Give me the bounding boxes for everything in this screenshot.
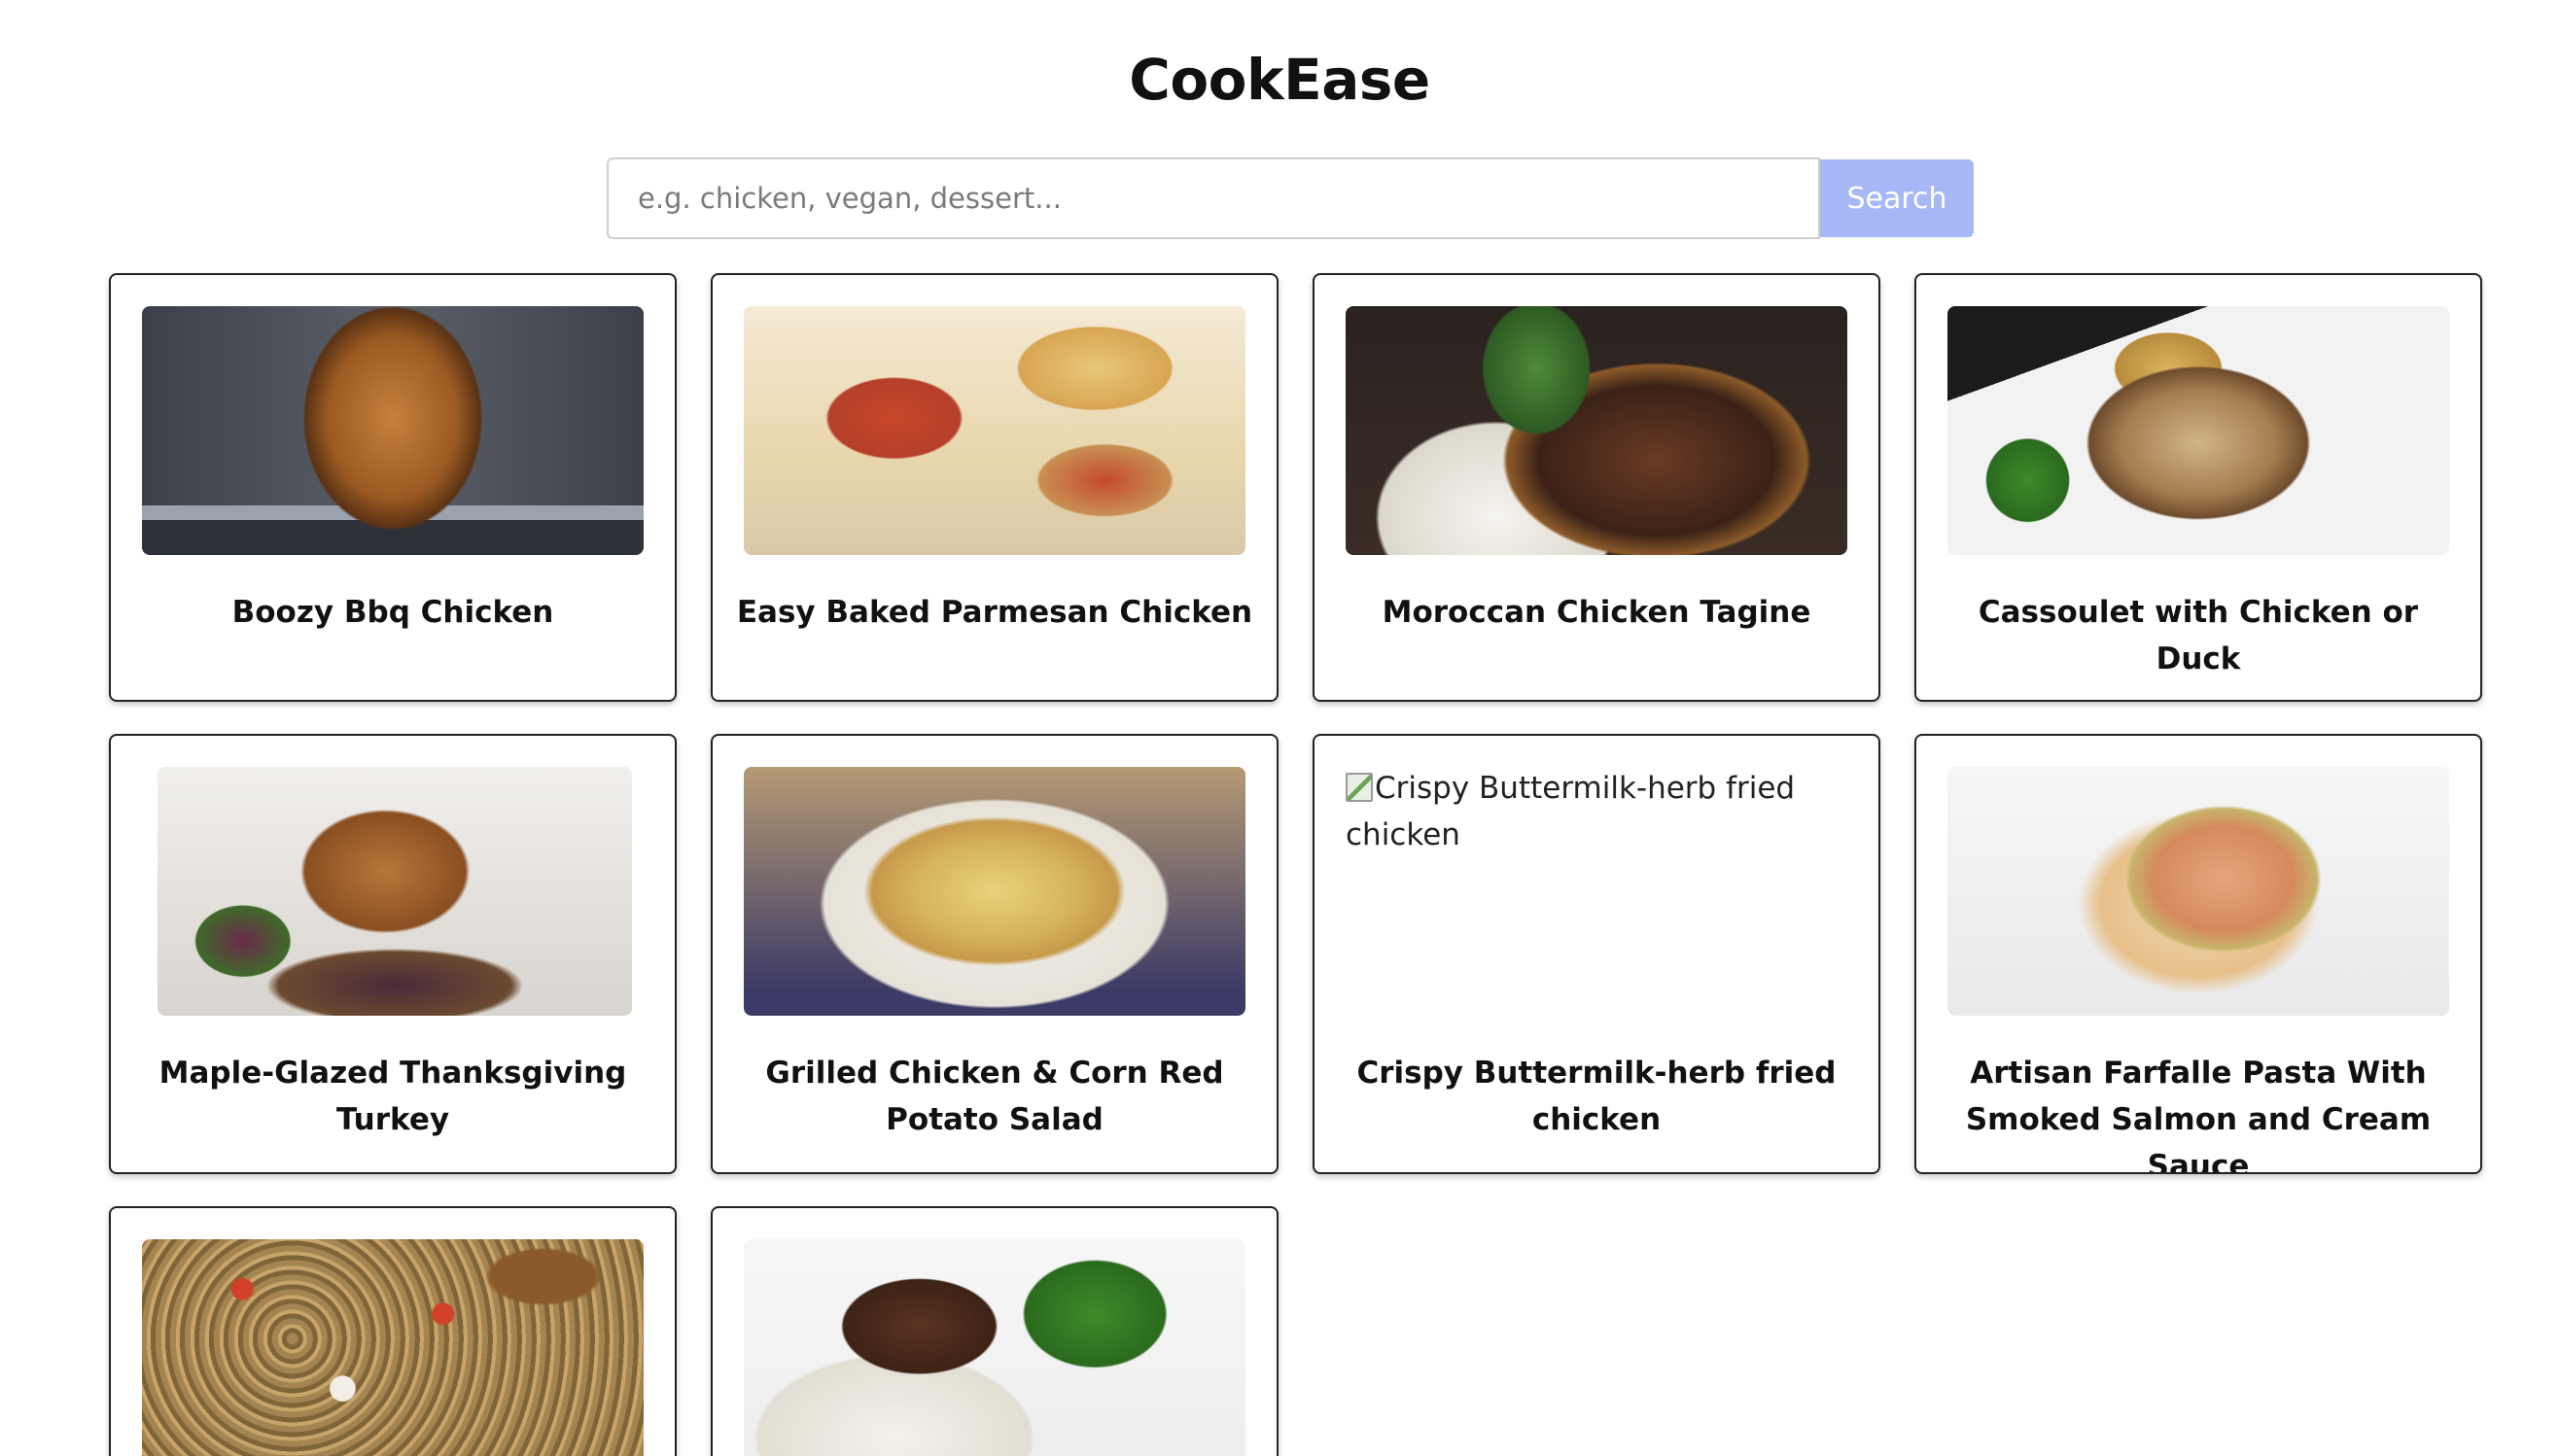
recipe-title: Grilled Chicken & Corn Red Potato Salad [765,1056,1224,1137]
broken-image-icon [1346,773,1373,802]
recipe-image[interactable] [142,306,644,555]
recipe-card[interactable] [109,1206,677,1456]
recipe-image[interactable] [1947,767,2449,1016]
recipe-card[interactable]: Artisan Farfalle Pasta With Smoked Salmo… [1914,734,2482,1174]
recipe-image[interactable] [744,767,1245,1016]
recipe-title: Moroccan Chicken Tagine [1382,595,1811,630]
recipe-image[interactable] [1346,306,1847,555]
app-title: CookEase [1129,47,1430,113]
recipe-title: Boozy Bbq Chicken [231,595,554,630]
recipe-image[interactable] [744,306,1245,555]
recipe-card[interactable]: Maple-Glazed Thanksgiving Turkey [109,734,677,1174]
recipe-card[interactable]: Boozy Bbq Chicken [109,273,677,702]
recipe-card[interactable]: Grilled Chicken & Corn Red Potato Salad [711,734,1279,1174]
search-bar: Search [607,157,1974,239]
recipe-card[interactable]: Cassoulet with Chicken or Duck [1914,273,2482,702]
recipe-image[interactable] [744,1239,1245,1456]
recipe-image[interactable] [142,1239,644,1456]
recipe-title: Maple-Glazed Thanksgiving Turkey [158,1056,627,1137]
recipe-title: Artisan Farfalle Pasta With Smoked Salmo… [1965,1056,2432,1174]
recipe-image[interactable] [158,767,632,1016]
recipe-title: Easy Baked Parmesan Chicken [736,595,1253,630]
recipe-title: Crispy Buttermilk-herb fried chicken [1356,1056,1837,1137]
recipe-card[interactable]: Moroccan Chicken Tagine [1313,273,1880,702]
recipe-image[interactable] [1947,306,2449,555]
recipe-card[interactable]: Crispy Buttermilk-herb fried chicken Cri… [1313,734,1880,1174]
recipe-search-page: CookEase Search Boozy Bbq Chicken Easy B… [0,0,2559,1456]
image-alt-text: Crispy Buttermilk-herb fried chicken [1346,771,1796,852]
recipe-title: Cassoulet with Chicken or Duck [1978,595,2419,676]
recipe-card[interactable] [711,1206,1279,1456]
search-button[interactable]: Search [1820,159,1974,237]
broken-recipe-image[interactable]: Crispy Buttermilk-herb fried chicken [1346,765,1847,882]
recipe-card[interactable]: Easy Baked Parmesan Chicken [711,273,1279,702]
search-input[interactable] [607,157,1820,239]
